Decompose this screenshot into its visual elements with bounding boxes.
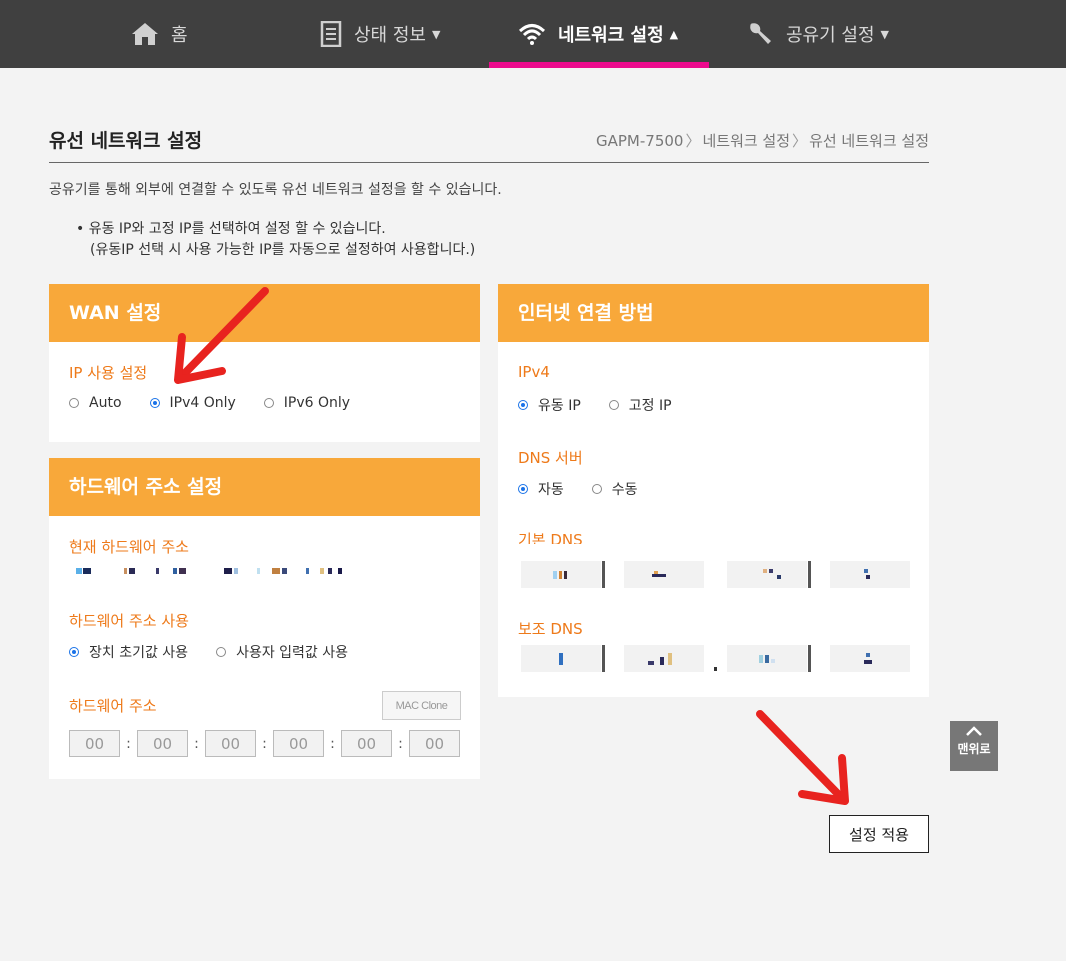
home-icon — [132, 23, 158, 45]
nav-home-label: 홈 — [171, 25, 188, 46]
radio-auto[interactable]: Auto — [69, 395, 122, 411]
ipv4-radio-group: 유동 IP 고정 IP — [518, 395, 700, 415]
breadcrumb-item[interactable]: 네트워크 설정 — [702, 132, 790, 150]
internet-panel-title: 인터넷 연결 방법 — [498, 284, 929, 342]
scroll-to-top-button[interactable]: 맨위로 — [950, 721, 998, 771]
page-title: 유선 네트워크 설정 — [49, 130, 203, 152]
hw-address-input-group: : : : : : — [69, 730, 460, 757]
dns-radio-group: 자동 수동 — [518, 479, 666, 499]
hw-address-usage-radio-group: 장치 초기값 사용 사용자 입력값 사용 — [69, 642, 376, 662]
dns-server-label: DNS 서버 — [518, 449, 583, 467]
hardware-panel-title: 하드웨어 주소 설정 — [49, 458, 480, 516]
note-line: (유동IP 선택 시 사용 가능한 IP를 자동으로 설정하여 사용합니다.) — [90, 242, 476, 258]
secondary-dns-octet-2[interactable] — [624, 645, 704, 672]
nav-router-label: 공유기 설정 — [786, 25, 875, 46]
hw-octet-input-3[interactable] — [205, 730, 256, 757]
apply-settings-button[interactable]: 설정 적용 — [829, 815, 929, 853]
secondary-dns-octet-3[interactable] — [727, 645, 807, 672]
chevron-up-icon: ▲ — [669, 27, 679, 41]
secondary-dns-octet-1[interactable] — [521, 645, 601, 672]
active-tab-indicator — [489, 62, 709, 68]
hw-octet-input-1[interactable] — [69, 730, 120, 757]
primary-dns-label: 기본 DNS — [518, 531, 583, 544]
chevron-up-icon — [950, 725, 998, 740]
ip-usage-radio-group: Auto IPv4 Only IPv6 Only — [69, 395, 378, 411]
radio-ipv6-only[interactable]: IPv6 Only — [263, 395, 350, 411]
nav-network[interactable]: 네트워크 설정 ▲ — [518, 0, 678, 68]
breadcrumb: GAPM-7500 〉 네트워크 설정 〉 유선 네트워크 설정 — [596, 130, 929, 151]
title-divider — [49, 162, 929, 163]
radio-device-default[interactable]: 장치 초기값 사용 — [69, 642, 188, 662]
primary-dns-octet-4[interactable] — [830, 561, 910, 588]
radio-dns-auto[interactable]: 자동 — [518, 479, 564, 499]
secondary-dns-octet-4[interactable] — [830, 645, 910, 672]
hw-address-label: 하드웨어 주소 — [69, 697, 157, 715]
red-arrow-icon — [174, 287, 269, 384]
ipv4-label: IPv4 — [518, 363, 550, 381]
nav-status-label: 상태 정보 — [354, 25, 426, 46]
hw-octet-input-6[interactable] — [409, 730, 460, 757]
breadcrumb-item[interactable]: GAPM-7500 — [596, 132, 683, 150]
radio-dns-manual[interactable]: 수동 — [591, 479, 638, 499]
page-note: • 유동 IP와 고정 IP를 선택하여 설정 할 수 있습니다. (유동IP … — [76, 219, 475, 261]
secondary-dns-label: 보조 DNS — [518, 620, 583, 638]
red-arrow-icon — [756, 710, 849, 805]
nav-router[interactable]: 공유기 설정 ▼ — [748, 0, 889, 68]
radio-static-ip[interactable]: 고정 IP — [608, 395, 672, 415]
radio-user-input[interactable]: 사용자 입력값 사용 — [216, 642, 348, 662]
hw-octet-input-5[interactable] — [341, 730, 392, 757]
document-icon — [320, 21, 342, 47]
nav-status[interactable]: 상태 정보 ▼ — [320, 0, 440, 68]
primary-dns-octet-2[interactable] — [624, 561, 704, 588]
current-hw-address-label: 현재 하드웨어 주소 — [69, 538, 189, 556]
primary-dns-inputs — [521, 561, 910, 588]
secondary-dns-inputs — [521, 645, 910, 672]
hw-octet-input-4[interactable] — [273, 730, 324, 757]
chevron-down-icon: ▼ — [880, 27, 889, 41]
page-description: 공유기를 통해 외부에 연결할 수 있도록 유선 네트워크 설정을 할 수 있습… — [49, 182, 502, 198]
primary-dns-octet-3[interactable] — [727, 561, 807, 588]
wrench-icon — [750, 23, 771, 44]
scroll-to-top-label: 맨위로 — [957, 742, 991, 756]
breadcrumb-separator: 〉 — [685, 132, 701, 150]
hw-address-usage-label: 하드웨어 주소 사용 — [69, 612, 189, 630]
radio-ipv4-only[interactable]: IPv4 Only — [149, 395, 236, 411]
breadcrumb-separator: 〉 — [792, 132, 808, 150]
nav-home[interactable]: 홈 — [131, 0, 188, 68]
ip-usage-label: IP 사용 설정 — [69, 364, 148, 382]
wifi-icon — [518, 24, 546, 45]
chevron-down-icon: ▼ — [431, 27, 441, 41]
mac-clone-button[interactable]: MAC Clone — [382, 691, 461, 720]
note-line: • 유동 IP와 고정 IP를 선택하여 설정 할 수 있습니다. — [76, 221, 386, 237]
hw-octet-input-2[interactable] — [137, 730, 188, 757]
top-navigation: 홈 상태 정보 ▼ 네트워크 설정 ▲ 공유기 설정 ▼ — [0, 0, 1066, 68]
current-hw-address-value — [76, 565, 346, 579]
primary-dns-octet-1[interactable] — [521, 561, 601, 588]
nav-network-label: 네트워크 설정 — [558, 25, 664, 46]
breadcrumb-item: 유선 네트워크 설정 — [809, 132, 929, 150]
radio-dynamic-ip[interactable]: 유동 IP — [518, 395, 581, 415]
